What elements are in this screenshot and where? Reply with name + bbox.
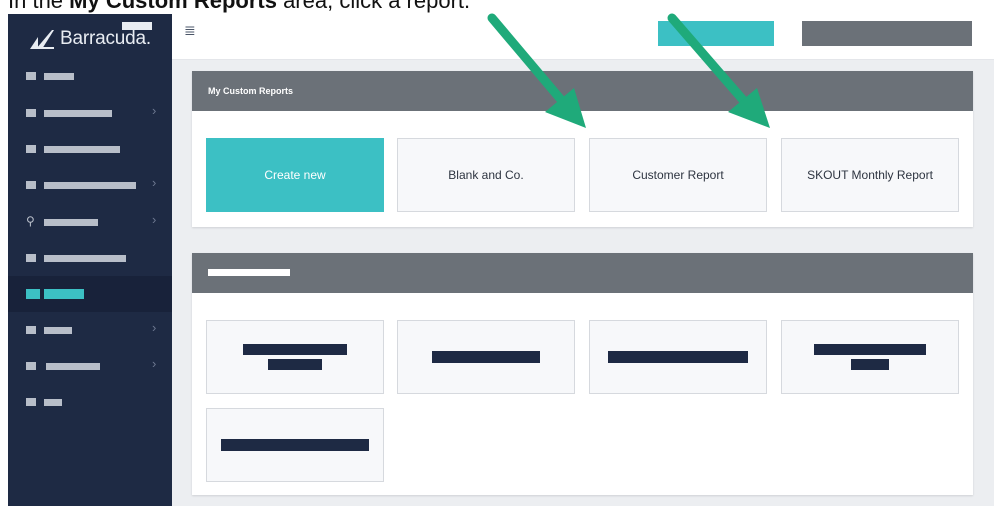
chevron-right-icon: › bbox=[152, 320, 157, 335]
redacted-report-tile[interactable] bbox=[589, 320, 767, 394]
chevron-right-icon: › bbox=[152, 356, 157, 371]
instruction-caption: In the My Custom Reports area, click a r… bbox=[8, 0, 470, 14]
tile-label: Create new bbox=[264, 168, 326, 182]
barracuda-logo-icon bbox=[28, 27, 56, 51]
sidebar: Barracuda. › › ⚲ › › › bbox=[8, 14, 172, 506]
redaction-bar bbox=[608, 351, 748, 363]
topbar-action-button[interactable] bbox=[658, 21, 774, 46]
nav-icon bbox=[26, 181, 36, 189]
sidebar-item-label-redacted bbox=[44, 182, 136, 189]
main-content: My Custom Reports Create new Blank and C… bbox=[172, 60, 994, 506]
redaction-bar bbox=[221, 439, 369, 451]
sidebar-item[interactable]: ⚲ › bbox=[8, 204, 172, 240]
tile-label: Customer Report bbox=[632, 168, 724, 182]
custom-reports-header: My Custom Reports bbox=[192, 71, 973, 111]
sidebar-item-label-redacted bbox=[44, 219, 98, 226]
nav-icon bbox=[26, 109, 36, 117]
sidebar-item-label-redacted bbox=[44, 289, 84, 299]
nav-icon bbox=[26, 72, 36, 80]
tile-label: Blank and Co. bbox=[448, 168, 524, 182]
redaction-bar bbox=[851, 359, 889, 370]
report-tile-skout-monthly[interactable]: SKOUT Monthly Report bbox=[781, 138, 959, 212]
redacted-reports-card bbox=[192, 253, 973, 495]
sidebar-item-label-redacted bbox=[44, 73, 74, 80]
redacted-report-tile[interactable] bbox=[781, 320, 959, 394]
logo-redaction-bar bbox=[122, 22, 152, 30]
create-new-tile[interactable]: Create new bbox=[206, 138, 384, 212]
sidebar-item-label-redacted bbox=[44, 110, 112, 117]
sidebar-item[interactable] bbox=[8, 58, 172, 94]
sidebar-item-label-redacted bbox=[44, 327, 72, 334]
sidebar-item[interactable]: › bbox=[8, 95, 172, 131]
caption-suffix: area, click a report. bbox=[276, 0, 471, 13]
chevron-right-icon: › bbox=[152, 103, 157, 118]
sidebar-item-label-redacted bbox=[46, 363, 100, 370]
nav-icon bbox=[26, 289, 40, 299]
redacted-report-tile[interactable] bbox=[397, 320, 575, 394]
nav-icon bbox=[26, 254, 36, 262]
redacted-report-tile[interactable] bbox=[206, 408, 384, 482]
report-tile-blank-and-co[interactable]: Blank and Co. bbox=[397, 138, 575, 212]
sidebar-item-label-redacted bbox=[44, 399, 62, 406]
sidebar-item[interactable] bbox=[8, 384, 172, 420]
redacted-reports-header bbox=[192, 253, 973, 293]
sidebar-item[interactable] bbox=[8, 240, 172, 276]
redaction-bar bbox=[268, 359, 322, 370]
nav-icon bbox=[26, 145, 36, 153]
sidebar-item[interactable] bbox=[8, 276, 172, 312]
redaction-bar bbox=[814, 344, 926, 355]
redacted-title bbox=[208, 269, 290, 276]
tile-label: SKOUT Monthly Report bbox=[807, 168, 933, 182]
sidebar-item[interactable] bbox=[8, 131, 172, 167]
report-tile-customer-report[interactable]: Customer Report bbox=[589, 138, 767, 212]
sidebar-item[interactable]: › bbox=[8, 348, 172, 384]
hamburger-icon[interactable]: ≣ bbox=[184, 23, 196, 37]
redaction-bar bbox=[243, 344, 347, 355]
sidebar-item-label-redacted bbox=[44, 255, 126, 262]
caption-prefix: In the bbox=[8, 0, 70, 13]
brand-name: Barracuda. bbox=[60, 28, 151, 49]
nav-icon bbox=[26, 326, 36, 334]
sidebar-item-label-redacted bbox=[44, 146, 120, 153]
location-pin-icon: ⚲ bbox=[26, 214, 35, 228]
redaction-bar bbox=[432, 351, 540, 363]
redacted-report-tile[interactable] bbox=[206, 320, 384, 394]
caption-bold: My Custom Reports bbox=[69, 0, 277, 13]
nav-icon bbox=[26, 398, 36, 406]
custom-reports-card: My Custom Reports Create new Blank and C… bbox=[192, 71, 973, 227]
nav-icon bbox=[26, 362, 36, 370]
sidebar-item[interactable]: › bbox=[8, 312, 172, 348]
chevron-right-icon: › bbox=[152, 175, 157, 190]
sidebar-item[interactable]: › bbox=[8, 167, 172, 203]
top-bar: ≣ bbox=[172, 14, 994, 60]
topbar-account-button[interactable] bbox=[802, 21, 972, 46]
chevron-right-icon: › bbox=[152, 212, 157, 227]
custom-reports-title: My Custom Reports bbox=[208, 86, 294, 96]
